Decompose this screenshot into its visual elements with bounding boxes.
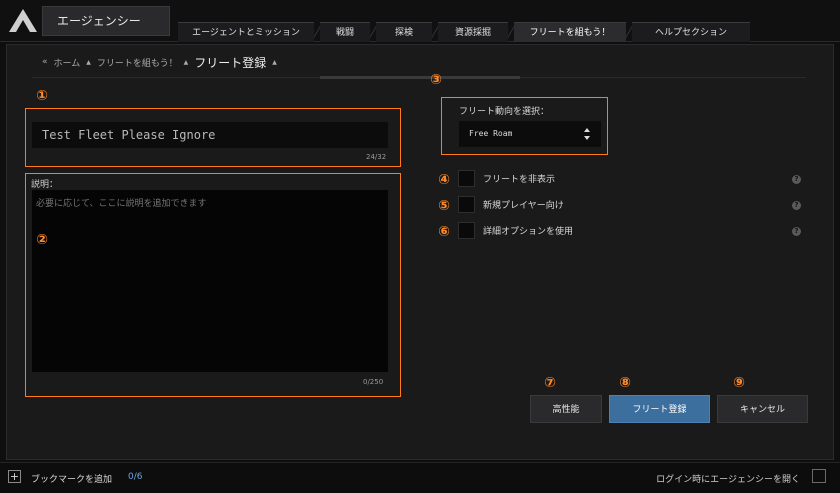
open-on-login-label: ログイン時にエージェンシーを開く: [656, 475, 800, 485]
advanced-options-checkbox[interactable]: [458, 222, 475, 239]
tab-combat[interactable]: 戦闘: [320, 22, 370, 42]
callout-3: ③: [430, 72, 442, 88]
callout-8: ⑧: [619, 375, 631, 391]
advanced-button[interactable]: 高性能: [530, 395, 602, 423]
motive-selected-value: Free Roam: [469, 129, 513, 138]
tab-agents-missions[interactable]: エージェントとミッション: [178, 22, 314, 42]
hide-fleet-label: フリートを非表示: [483, 175, 556, 185]
tab-help-section[interactable]: ヘルプセクション: [632, 22, 750, 42]
open-on-login-checkbox[interactable]: [812, 469, 826, 483]
breadcrumb-home[interactable]: ホーム: [54, 56, 81, 69]
callout-6: ⑥: [438, 224, 450, 240]
advanced-options-label: 詳細オプションを使用: [483, 227, 574, 237]
bookmark-count: 0/6: [128, 472, 143, 482]
tab-resource-harvesting[interactable]: 資源採掘: [438, 22, 508, 42]
motive-label: フリート動向を選択：: [459, 107, 550, 117]
fleet-name-input[interactable]: [32, 122, 388, 148]
new-players-checkbox[interactable]: [458, 196, 475, 213]
hide-fleet-checkbox[interactable]: [458, 170, 475, 187]
breadcrumb: « ホーム ▲ フリートを組もう！ ▲ フリート登録 ▲: [42, 53, 277, 71]
back-icon[interactable]: «: [42, 57, 48, 67]
description-label: 説明：: [31, 180, 59, 190]
help-icon[interactable]: ?: [792, 227, 801, 236]
select-arrows-icon: [584, 128, 590, 140]
bottom-bar: + ブックマークを追加 0/6 ログイン時にエージェンシーを開く: [0, 462, 840, 493]
callout-7: ⑦: [544, 375, 556, 391]
description-counter: 0/250: [363, 378, 384, 386]
breadcrumb-arrow-icon: ▲: [183, 58, 189, 66]
name-counter: 24/32: [366, 153, 387, 161]
add-bookmark-label[interactable]: ブックマークを追加: [31, 472, 112, 485]
callout-4: ④: [438, 172, 450, 188]
new-players-label: 新規プレイヤー向け: [483, 201, 564, 211]
cancel-button[interactable]: キャンセル: [717, 395, 808, 423]
help-icon[interactable]: ?: [792, 201, 801, 210]
top-bar: エージェンシー エージェントとミッション 戦闘 探検 資源採掘 フリートを組もう…: [0, 0, 840, 42]
callout-9: ⑨: [733, 375, 745, 391]
tab-fleet-up[interactable]: フリートを組もう！: [514, 22, 626, 42]
tab-exploration[interactable]: 探検: [376, 22, 432, 42]
callout-2: ②: [36, 232, 48, 248]
motive-select[interactable]: Free Roam: [459, 121, 601, 147]
breadcrumb-arrow-icon: ▲: [86, 58, 91, 66]
app-title: エージェンシー: [42, 6, 170, 36]
breadcrumb-current: フリート登録: [194, 55, 267, 70]
register-fleet-button[interactable]: フリート登録: [609, 395, 710, 423]
breadcrumb-arrow-icon: ▲: [272, 58, 277, 66]
agency-logo-icon: [9, 9, 37, 32]
description-textarea[interactable]: [32, 190, 388, 372]
breadcrumb-parent[interactable]: フリートを組もう！: [97, 56, 178, 69]
callout-5: ⑤: [438, 198, 450, 214]
progress-track: [320, 76, 520, 79]
help-icon[interactable]: ?: [792, 175, 801, 184]
callout-1: ①: [36, 88, 48, 104]
add-bookmark-icon[interactable]: +: [8, 470, 21, 483]
